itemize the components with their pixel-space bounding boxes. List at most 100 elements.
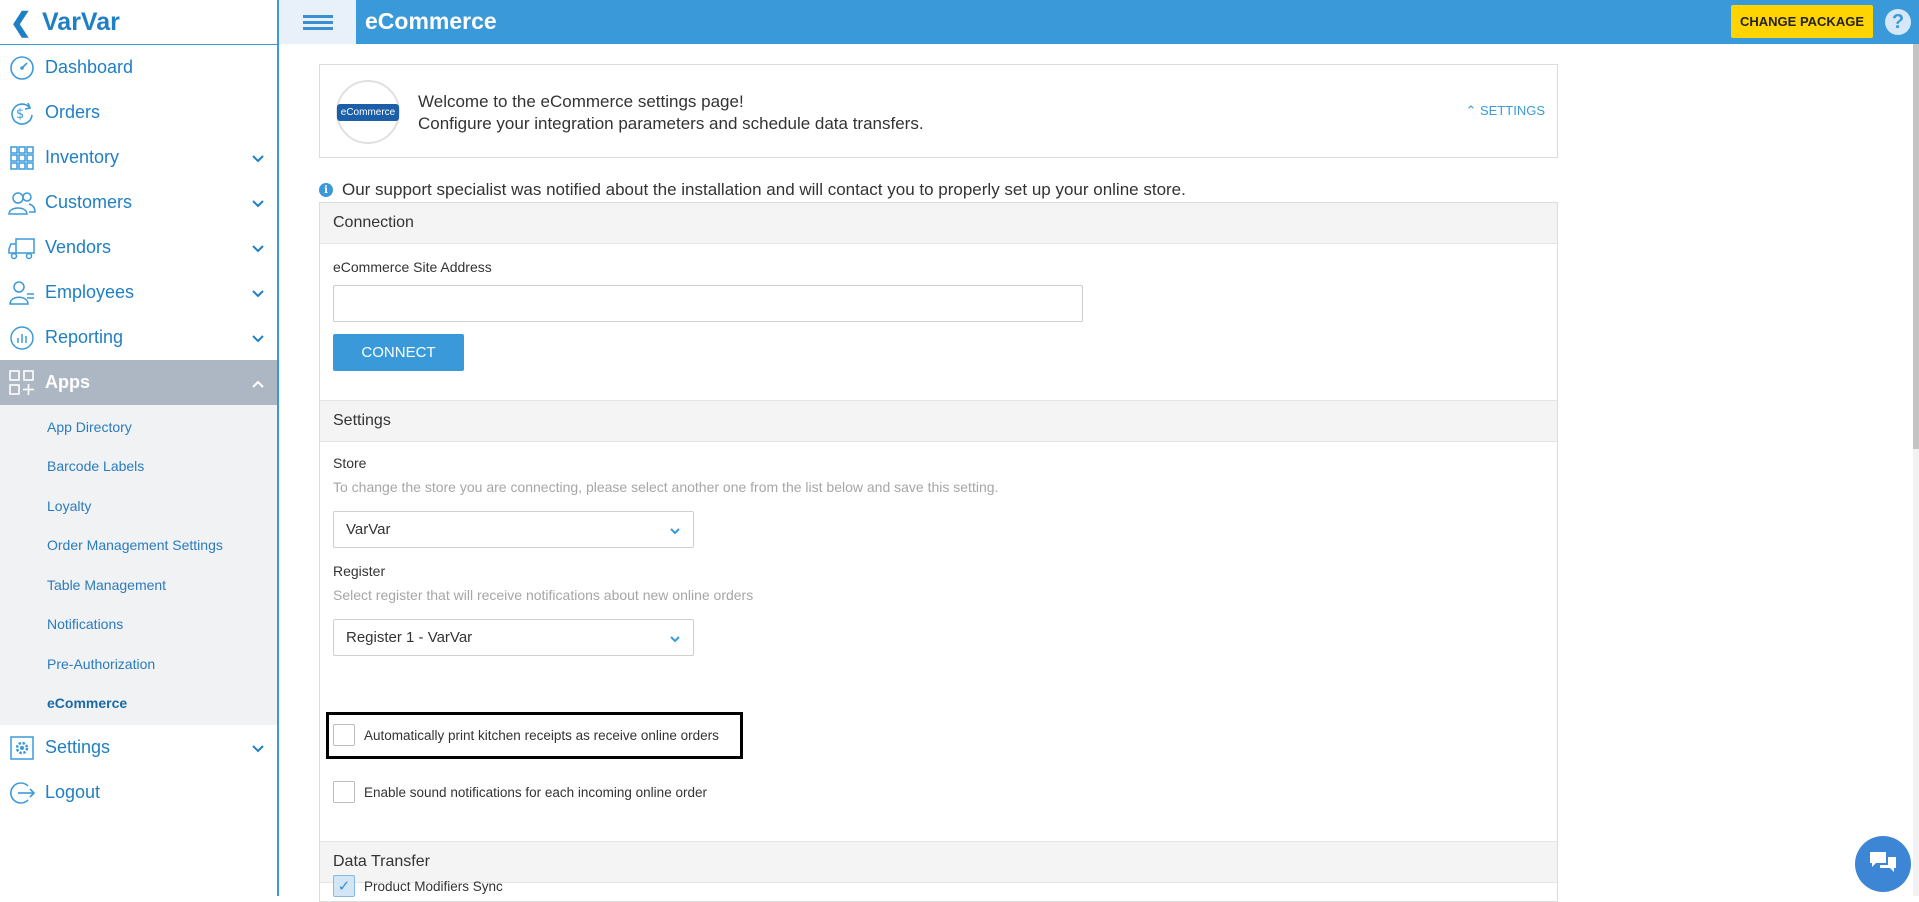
register-select[interactable]: Register 1 - VarVar — [333, 619, 694, 656]
sidebar-item-apps[interactable]: Apps — [0, 360, 277, 405]
data-transfer-header: Data Transfer — [320, 841, 1557, 883]
sidebar-item-settings[interactable]: Settings — [0, 725, 277, 770]
welcome-text: Welcome to the eCommerce settings page! … — [418, 91, 924, 135]
sidebar-item-label: Vendors — [45, 237, 112, 257]
sidebar-item-label: Apps — [45, 372, 90, 392]
chevron-down-icon — [251, 238, 265, 259]
sidebar-item-label: Reporting — [45, 327, 124, 347]
sound-notifications-option[interactable]: Enable sound notifications for each inco… — [333, 781, 707, 803]
product-modifiers-checkbox[interactable]: ✓ — [333, 875, 355, 897]
connection-header: Connection — [320, 203, 1557, 244]
top-bar: eCommerce CHANGE PACKAGE ? — [279, 0, 1919, 44]
change-package-button[interactable]: CHANGE PACKAGE — [1731, 5, 1873, 38]
register-hint: Select register that will receive notifi… — [333, 587, 754, 603]
grid-icon — [7, 143, 37, 173]
sidebar-item-dashboard[interactable]: Dashboard — [0, 45, 277, 90]
gear-icon — [7, 733, 37, 763]
hamburger-icon — [302, 12, 333, 33]
apps-grid-plus-icon — [7, 368, 37, 398]
page-title: eCommerce — [365, 8, 497, 34]
chevron-down-icon — [251, 148, 265, 169]
store-label: Store — [333, 455, 367, 471]
submenu-item-barcode-labels[interactable]: Barcode Labels — [0, 447, 277, 487]
submenu-item-notifications[interactable]: Notifications — [0, 605, 277, 645]
welcome-line-1: Welcome to the eCommerce settings page! — [418, 92, 744, 111]
sidebar-item-orders[interactable]: $ Orders — [0, 90, 277, 135]
checkmark-icon: ✓ — [337, 878, 351, 895]
welcome-line-2: Configure your integration parameters an… — [418, 114, 924, 133]
ecommerce-logo-text: eCommerce — [336, 103, 400, 121]
register-label: Register — [333, 563, 386, 579]
users-icon — [7, 188, 37, 218]
truck-icon — [7, 233, 37, 263]
chevron-down-icon — [251, 738, 265, 759]
sidebar-item-label: Logout — [45, 782, 101, 802]
settings-toggle-link[interactable]: ⌃ SETTINGS — [1465, 103, 1545, 119]
dollar-refresh-icon: $ — [7, 98, 37, 128]
employee-icon — [7, 278, 37, 308]
chevron-up-icon: ⌃ — [1465, 103, 1477, 118]
info-text: Our support specialist was notified abou… — [342, 180, 1186, 199]
sidebar-item-label: Employees — [45, 282, 135, 302]
submenu-item-pre-authorization[interactable]: Pre-Authorization — [0, 644, 277, 684]
connect-button[interactable]: CONNECT — [333, 334, 464, 371]
chevron-down-icon — [669, 631, 681, 648]
info-icon: i — [319, 183, 333, 197]
sidebar-item-customers[interactable]: Customers — [0, 180, 277, 225]
welcome-card: eCommerce Welcome to the eCommerce setti… — [319, 64, 1558, 158]
sidebar-item-label: Customers — [45, 192, 133, 212]
register-select-value: Register 1 - VarVar — [346, 629, 473, 646]
store-select-value: VarVar — [346, 521, 391, 538]
ecommerce-logo: eCommerce — [336, 80, 400, 144]
store-select[interactable]: VarVar — [333, 511, 694, 548]
submenu-item-app-directory[interactable]: App Directory — [0, 407, 277, 447]
chevron-down-icon — [669, 523, 681, 540]
scrollbar-thumb[interactable] — [1913, 44, 1919, 449]
sidebar-item-logout[interactable]: Logout — [0, 770, 277, 815]
sound-notifications-checkbox[interactable] — [333, 781, 355, 803]
sidebar: ❮ VarVar Dashboard $ Orders Inventory Cu… — [0, 0, 279, 896]
sidebar-item-label: Settings — [45, 737, 111, 757]
back-chevron-icon[interactable]: ❮ — [10, 7, 36, 38]
auto-print-label: Automatically print kitchen receipts as … — [364, 727, 719, 743]
product-modifiers-option[interactable]: ✓ Product Modifiers Sync — [333, 875, 503, 897]
sidebar-item-inventory[interactable]: Inventory — [0, 135, 277, 180]
sidebar-header: ❮ VarVar — [0, 0, 277, 45]
chat-widget-button[interactable] — [1855, 836, 1911, 892]
sidebar-item-vendors[interactable]: Vendors — [0, 225, 277, 270]
auto-print-option[interactable]: Automatically print kitchen receipts as … — [333, 724, 719, 746]
chevron-down-icon — [251, 193, 265, 214]
chevron-down-icon — [251, 328, 265, 349]
sidebar-item-reporting[interactable]: Reporting — [0, 315, 277, 360]
settings-header: Settings — [320, 400, 1557, 442]
speedometer-icon — [7, 53, 37, 83]
sidebar-item-label: Dashboard — [45, 57, 134, 77]
chat-bubbles-icon — [1868, 849, 1898, 880]
help-icon[interactable]: ? — [1885, 9, 1911, 35]
info-message: i Our support specialist was notified ab… — [319, 180, 1186, 200]
store-hint: To change the store you are connecting, … — [333, 479, 999, 495]
submenu-item-order-management-settings[interactable]: Order Management Settings — [0, 526, 277, 566]
store-title[interactable]: VarVar — [42, 8, 120, 37]
logout-icon — [7, 778, 37, 808]
submenu-item-table-management[interactable]: Table Management — [0, 565, 277, 605]
apps-submenu: App Directory Barcode Labels Loyalty Ord… — [0, 405, 277, 725]
site-address-input[interactable] — [333, 285, 1083, 322]
hamburger-menu-button[interactable] — [279, 0, 356, 44]
main-content: eCommerce Welcome to the eCommerce setti… — [279, 44, 1919, 902]
sidebar-item-label: Inventory — [45, 147, 120, 167]
product-modifiers-label: Product Modifiers Sync — [364, 878, 503, 894]
sidebar-item-employees[interactable]: Employees — [0, 270, 277, 315]
sidebar-item-label: Orders — [45, 102, 101, 122]
site-address-label: eCommerce Site Address — [333, 259, 492, 275]
svg-text:$: $ — [16, 107, 24, 122]
chevron-down-icon — [251, 283, 265, 304]
sound-notifications-label: Enable sound notifications for each inco… — [364, 784, 707, 800]
settings-panel: Connection eCommerce Site Address CONNEC… — [319, 202, 1558, 902]
bar-chart-icon — [7, 323, 37, 353]
submenu-item-loyalty[interactable]: Loyalty — [0, 486, 277, 526]
auto-print-checkbox[interactable] — [333, 724, 355, 746]
settings-link-label: SETTINGS — [1479, 103, 1545, 118]
submenu-item-ecommerce[interactable]: eCommerce — [0, 684, 277, 724]
chevron-up-icon — [251, 373, 265, 394]
